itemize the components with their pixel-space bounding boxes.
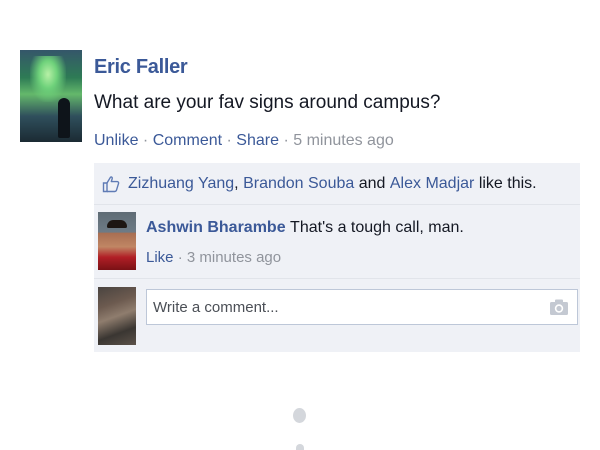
feedback-panel: Zizhuang Yang, Brandon Souba and Alex Ma… <box>94 163 580 352</box>
comment-meta: Like · 3 minutes ago <box>146 249 281 266</box>
thumbs-up-icon <box>102 175 120 192</box>
likes-suffix: like this. <box>478 174 537 192</box>
liker-name[interactable]: Alex Madjar <box>390 175 474 193</box>
avatar-aurora <box>30 56 66 102</box>
commenter-avatar[interactable] <box>98 212 136 270</box>
comment-text: That's a tough call, man. <box>290 219 464 236</box>
liker-name[interactable]: Brandon Souba <box>243 175 354 193</box>
unlike-link[interactable]: Unlike <box>94 132 138 149</box>
comment-link[interactable]: Comment <box>153 132 222 149</box>
comment-input[interactable] <box>147 290 543 324</box>
comment-timestamp[interactable]: 3 minutes ago <box>187 249 281 266</box>
likes-comma: , <box>234 174 239 192</box>
viewer-avatar[interactable] <box>98 287 136 345</box>
post-author-name[interactable]: Eric Faller <box>94 56 188 79</box>
action-separator: · <box>283 132 289 149</box>
loading-indicator <box>293 408 306 423</box>
avatar-person-silhouette <box>58 98 70 138</box>
comment-box[interactable] <box>146 289 578 325</box>
post-message: What are your fav signs around campus? <box>94 92 441 113</box>
action-separator: · <box>142 132 149 149</box>
likes-summary: Zizhuang Yang, Brandon Souba and Alex Ma… <box>94 163 580 205</box>
comment-meta-separator: · <box>177 249 183 266</box>
comment-like-link[interactable]: Like <box>146 249 174 266</box>
comment-author-name[interactable]: Ashwin Bharambe <box>146 219 286 236</box>
liker-name[interactable]: Zizhuang Yang <box>128 175 234 193</box>
write-comment-row <box>94 279 580 352</box>
action-separator: · <box>226 132 232 149</box>
comment-item: Ashwin Bharambe That's a tough call, man… <box>94 205 580 279</box>
loading-indicator <box>296 444 304 450</box>
share-link[interactable]: Share <box>236 132 279 149</box>
author-avatar[interactable] <box>20 50 82 142</box>
avatar-hair <box>107 220 127 228</box>
camera-icon[interactable] <box>549 298 569 316</box>
post-timestamp[interactable]: 5 minutes ago <box>293 132 394 149</box>
likes-and: and <box>358 174 386 192</box>
post-actions: Unlike · Comment · Share · 5 minutes ago <box>94 132 394 150</box>
comment-body: Ashwin Bharambe That's a tough call, man… <box>146 219 464 237</box>
